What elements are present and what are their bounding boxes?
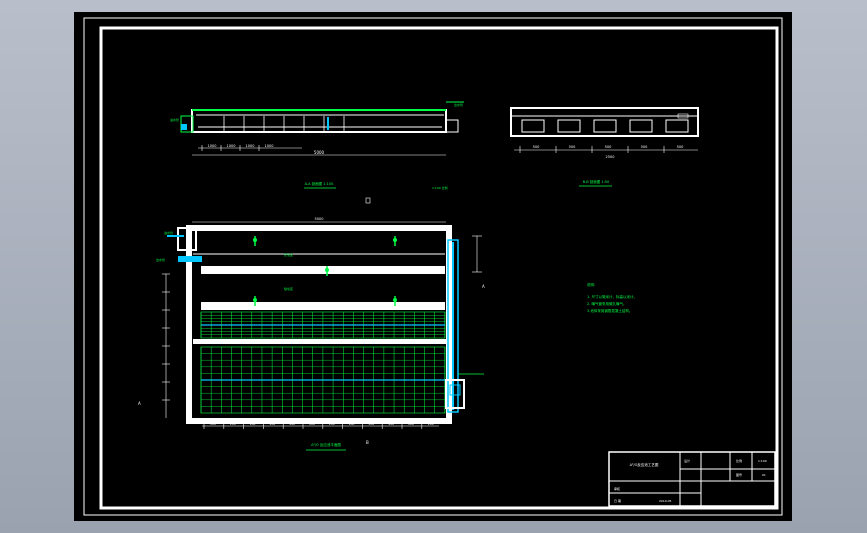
elevation-b-b: 500 500 500 500 500 2500 B-B 剖面图 1:50	[510, 107, 699, 187]
notes-line-2: 2. 曝气管采用微孔曝气。	[587, 301, 626, 306]
svg-text:A: A	[138, 401, 141, 406]
plan-inlet-pipe	[178, 256, 202, 262]
elevation-a-baffles	[223, 116, 345, 131]
title-block-extra-0: 比例	[736, 458, 742, 463]
elevation-a-overall-dim: 5000	[314, 150, 325, 155]
mixer-marker	[253, 238, 257, 242]
title-block-label-0: 设计	[684, 458, 690, 463]
elevation-a-segment-dim: 1000	[227, 144, 236, 148]
title-block-extra-1: 图号	[736, 472, 742, 477]
elevation-b-segment-dim: 500	[569, 145, 576, 149]
plan-bottom-dim: 200	[270, 422, 276, 426]
plan-top-dim: 5000	[315, 217, 324, 221]
elevation-b-segment-dim: 500	[677, 145, 684, 149]
elevation-b-overall-dim: 2500	[606, 155, 615, 159]
plan-left-label-1: 进水管	[164, 230, 173, 235]
elevation-b-segment-dim: 500	[641, 145, 648, 149]
elevation-b-segment-dim: 500	[605, 145, 612, 149]
elevation-a-outlet-box	[445, 119, 459, 133]
plan-bottom-dim: 200	[210, 422, 216, 426]
elevation-a-segment-dim: 1000	[246, 144, 255, 148]
title-block: A²/O反应池工艺图 设计 比例 1:100 图号 01 审核 日 期 2019…	[608, 451, 776, 507]
elevation-b-title: B-B 剖面图 1:50	[583, 179, 610, 184]
mixer-marker	[393, 238, 397, 242]
plan-bottom-dim: 200	[408, 422, 414, 426]
elevation-b-cells	[521, 119, 689, 133]
plan-bottom-dim: 200	[329, 422, 335, 426]
scale-note: 1:100 比例	[432, 185, 448, 190]
plan-zone-label-2: 缺氧区	[284, 286, 293, 291]
plan-zone-label-1: 厌氧区	[284, 252, 293, 257]
notes-heading: 说明：	[587, 282, 598, 287]
mixer-marker	[325, 268, 329, 272]
elevation-a-a: 进水管 出水管 1000 1000 1000 1000 5000 A-A 剖面图 1:…	[170, 101, 464, 204]
plan-bottom-dim: 200	[230, 422, 236, 426]
elevation-a-segment-dim: 1000	[208, 144, 217, 148]
elevation-a-right-label: 出水管	[454, 102, 463, 107]
elevation-a-left-label: 进水管	[170, 117, 179, 122]
elevation-a-inlet-pipe	[181, 124, 187, 130]
plan-bottom-dim: 200	[369, 422, 375, 426]
elevation-a-title: A-A 剖面图 1:100	[305, 181, 334, 186]
elevation-b-segment-dim: 500	[533, 145, 540, 149]
elevation-a-dimensions: 1000 1000 1000 1000	[201, 144, 274, 151]
title-block-label-3: 日 期	[614, 498, 621, 503]
title-block-extra-value-0: 1:100	[758, 459, 767, 463]
aeration-grid-upper	[200, 311, 446, 339]
plan-view: 5000 进水管 出水管 厌氧区 缺氧区 A A 200 200 200 200…	[138, 217, 485, 451]
title-block-date: 2019.05	[659, 499, 671, 503]
section-marker-a	[365, 197, 371, 204]
mixer-marker	[253, 298, 257, 302]
plan-bottom-dim: 200	[349, 422, 355, 426]
drawing-sheet[interactable]: 进水管 出水管 1000 1000 1000 1000 5000 A-A 剖面图 1:…	[74, 12, 792, 521]
plan-bottom-dim: 200	[309, 422, 315, 426]
notes-block: 说明： 1. 尺寸以毫米计，标高以米计。 2. 曝气管采用微孔曝气。 3.池体采…	[587, 282, 637, 313]
plan-baffle-2	[201, 302, 445, 310]
elevation-a-segment-dim: 1000	[265, 144, 274, 148]
mixer-marker	[393, 298, 397, 302]
plan-bottom-dim: 200	[250, 422, 256, 426]
plan-baffle-1	[201, 266, 445, 274]
svg-text:B: B	[366, 440, 369, 445]
elevation-a-body	[191, 109, 447, 133]
notes-line-1: 1. 尺寸以毫米计，标高以米计。	[587, 294, 637, 299]
cad-viewport[interactable]: 进水管 出水管 1000 1000 1000 1000 5000 A-A 剖面图 1:…	[0, 0, 867, 533]
notes-line-3: 3.池体采用钢筋混凝土结构。	[587, 308, 632, 313]
plan-title: A²/O 反应池平面图	[311, 442, 341, 447]
plan-left-label-2: 出水管	[156, 257, 165, 262]
plan-baffle-3	[193, 339, 447, 344]
plan-side-mark: A	[482, 284, 485, 289]
title-block-name: A²/O反应池工艺图	[630, 462, 659, 467]
title-block-label-2: 审核	[614, 486, 620, 491]
plan-bottom-dim: 200	[289, 422, 295, 426]
plan-bottom-dim: 200	[388, 422, 394, 426]
cad-drawing: 进水管 出水管 1000 1000 1000 1000 5000 A-A 剖面图 1:…	[83, 17, 783, 516]
elevation-b-dimensions: 500 500 500 500 500	[519, 145, 684, 153]
title-block-extra-value-1: 01	[762, 473, 766, 477]
aeration-grid-lower	[200, 346, 446, 414]
plan-bottom-dim: 200	[428, 422, 434, 426]
